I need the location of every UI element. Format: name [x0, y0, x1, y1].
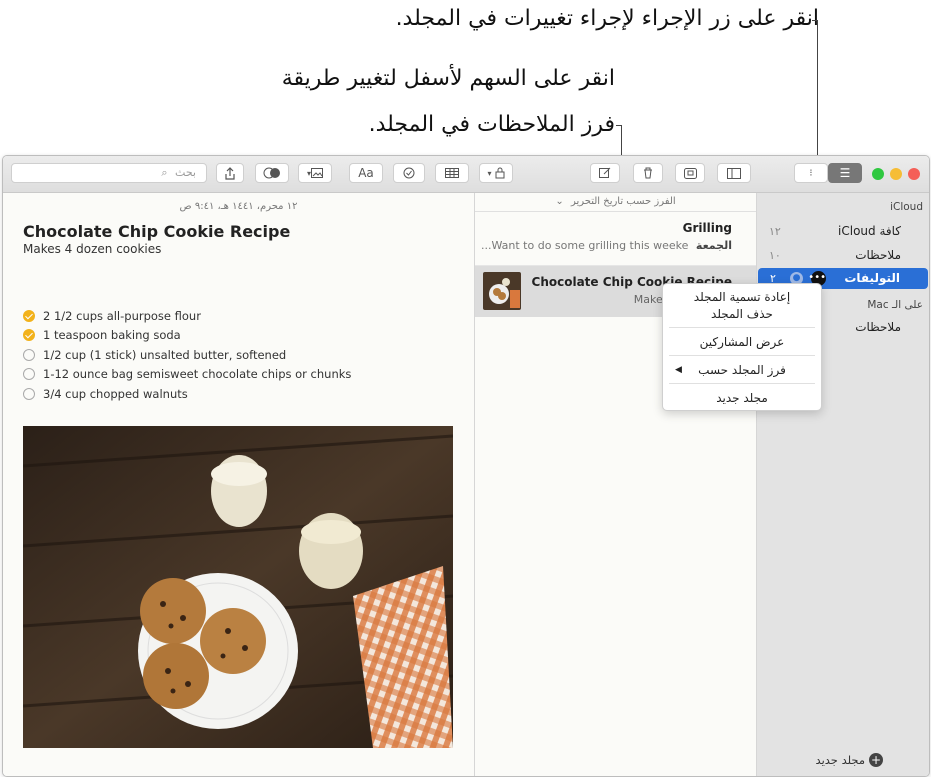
callout-action-leader-tick — [812, 20, 818, 21]
check-icon[interactable] — [23, 310, 35, 322]
search-icon: ⌕ — [161, 166, 168, 179]
table-button[interactable] — [435, 163, 469, 183]
gallery-view-button[interactable]: ⁝ — [794, 163, 828, 183]
callout-sort-leader-tick — [616, 125, 622, 126]
folder-action-menu: إعادة تسمية المجلد حذف المجلد عرض المشار… — [662, 283, 822, 411]
check-icon[interactable] — [23, 388, 35, 400]
new-note-button[interactable] — [590, 163, 620, 183]
checklist-item[interactable]: 1 teaspoon baking soda — [23, 326, 181, 344]
sort-label: الفرز حسب تاريخ التحرير — [570, 196, 676, 207]
attachments-icon — [683, 167, 697, 179]
list-view-button[interactable]: ☰ — [828, 163, 862, 183]
menu-separator — [669, 383, 815, 384]
note-editor[interactable]: ١٢ محرم، ١٤٤١ هـ، ٩:٤١ ص Chocolate Chip … — [3, 193, 474, 776]
sort-bar[interactable]: الفرز حسب تاريخ التحرير ⌄ — [475, 193, 756, 211]
checklist-text: 3/4 cup chopped walnuts — [43, 387, 188, 401]
submenu-arrow-icon: ◀ — [675, 365, 682, 375]
search-placeholder: بحث — [175, 166, 196, 179]
menu-item-rename-folder[interactable]: إعادة تسمية المجلد — [663, 288, 821, 306]
format-button[interactable]: Aa — [349, 163, 383, 183]
new-folder-button[interactable]: مجلد جديد + — [757, 750, 929, 770]
trash-icon — [644, 167, 652, 179]
attachments-button[interactable] — [675, 163, 705, 183]
menu-item-show-participants[interactable]: عرض المشاركين — [663, 333, 821, 351]
note-item-preview: Want to do some grilling this weeke... — [480, 239, 689, 252]
callout-sort-line2: فرز الملاحظات في المجلد. — [368, 112, 615, 137]
grid-icon: ⁝ — [809, 167, 813, 179]
media-button[interactable]: ▾ — [298, 163, 332, 183]
note-title[interactable]: Chocolate Chip Cookie Recipe — [23, 222, 290, 241]
note-item-title: Grilling — [682, 221, 732, 235]
search-input[interactable]: بحث ⌕ — [11, 163, 207, 183]
menu-item-delete-folder[interactable]: حذف المجلد — [663, 305, 821, 323]
zoom-button[interactable] — [872, 168, 884, 180]
lock-button[interactable]: ▾ — [479, 163, 513, 183]
add-people-icon — [263, 167, 280, 179]
note-subtitle[interactable]: Makes 4 dozen cookies — [23, 242, 161, 256]
photo-icon — [311, 168, 323, 178]
chevron-down-icon: ▾ — [487, 168, 492, 178]
sidebar-toggle-button[interactable] — [717, 163, 751, 183]
callout-sort-line1: انقر على السهم لأسفل لتغيير طريقة — [281, 66, 615, 91]
checklist-item[interactable]: 3/4 cup chopped walnuts — [23, 385, 188, 403]
notes-window: بحث ⌕ ▾ Aa ▾ ⁝ ☰ ١٢ محرم، ١٤٤١ هـ، ٩:٤١ … — [2, 155, 930, 777]
sidebar-item-count: ١٠ — [769, 249, 781, 262]
sidebar-icon — [727, 167, 741, 179]
share-icon — [225, 166, 235, 180]
menu-separator — [669, 327, 815, 328]
plus-circle-icon: + — [869, 753, 883, 767]
note-thumbnail — [483, 272, 521, 310]
sort-folder-label: فرز المجلد حسب — [698, 363, 786, 377]
callout-action-button: انقر على زر الإجراء لإجراء تغييرات في ال… — [395, 6, 819, 31]
lock-icon — [495, 167, 504, 179]
sidebar-item-all-icloud[interactable]: كافة iCloud ١٢ — [757, 221, 929, 242]
checklist-text: 2 1/2 cups all-purpose flour — [43, 309, 201, 323]
checklist-text: 1 teaspoon baking soda — [43, 328, 181, 342]
note-list-item[interactable]: Grilling الجمعة Want to do some grilling… — [475, 215, 756, 265]
sidebar-item-label: كافة iCloud — [838, 224, 901, 238]
menu-item-sort-folder-by[interactable]: فرز المجلد حسب ◀ — [663, 361, 821, 379]
checklist-text: 1/2 cup (1 stick) unsalted butter, softe… — [43, 348, 287, 362]
note-date: ١٢ محرم، ١٤٤١ هـ، ٩:٤١ ص — [179, 201, 298, 212]
note-item-day: الجمعة — [695, 239, 732, 252]
chevron-down-icon[interactable]: ⌄ — [555, 196, 563, 207]
sidebar-item-count: ١٢ — [769, 225, 781, 238]
cookie-thumbnail-icon — [489, 278, 520, 308]
list-icon: ☰ — [839, 166, 851, 180]
check-icon[interactable] — [23, 349, 35, 361]
check-icon[interactable] — [23, 329, 35, 341]
toolbar: بحث ⌕ ▾ Aa ▾ ⁝ ☰ — [3, 156, 929, 193]
folders-sidebar: iCloud كافة iCloud ١٢ ملاحظات ١٠ التوليف… — [757, 193, 929, 776]
sidebar-item-label: التوليفات — [844, 271, 900, 285]
mac-header: على الـ Mac — [867, 299, 923, 311]
checklist-text: 1-12 ounce bag semisweet chocolate chips… — [43, 367, 352, 381]
new-folder-label: مجلد جديد — [815, 753, 865, 767]
menu-item-new-folder[interactable]: مجلد جديد — [663, 389, 821, 407]
share-button[interactable] — [216, 163, 244, 183]
check-icon[interactable] — [23, 368, 35, 380]
sidebar-item-notes[interactable]: ملاحظات ١٠ — [757, 245, 929, 266]
note-list: الفرز حسب تاريخ التحرير ⌄ Grilling الجمع… — [475, 193, 756, 776]
format-label: Aa — [358, 166, 374, 180]
checklist-button[interactable] — [393, 163, 425, 183]
menu-separator — [669, 355, 815, 356]
compose-icon — [599, 167, 611, 178]
sidebar-item-label: ملاحظات — [855, 320, 901, 334]
checklist-item[interactable]: 1-12 ounce bag semisweet chocolate chips… — [23, 365, 351, 383]
checklist-icon — [403, 167, 415, 179]
icloud-header: iCloud — [890, 201, 923, 213]
checklist-item[interactable]: 1/2 cup (1 stick) unsalted butter, softe… — [23, 346, 286, 364]
sidebar-item-label: ملاحظات — [855, 248, 901, 262]
table-icon — [445, 168, 459, 178]
cookie-photo — [23, 426, 453, 748]
minimize-button[interactable] — [890, 168, 902, 180]
add-people-button[interactable] — [255, 163, 289, 183]
checklist-item[interactable]: 2 1/2 cups all-purpose flour — [23, 307, 201, 325]
cookie-photo-illustration — [23, 426, 453, 748]
delete-button[interactable] — [633, 163, 663, 183]
close-button[interactable] — [908, 168, 920, 180]
